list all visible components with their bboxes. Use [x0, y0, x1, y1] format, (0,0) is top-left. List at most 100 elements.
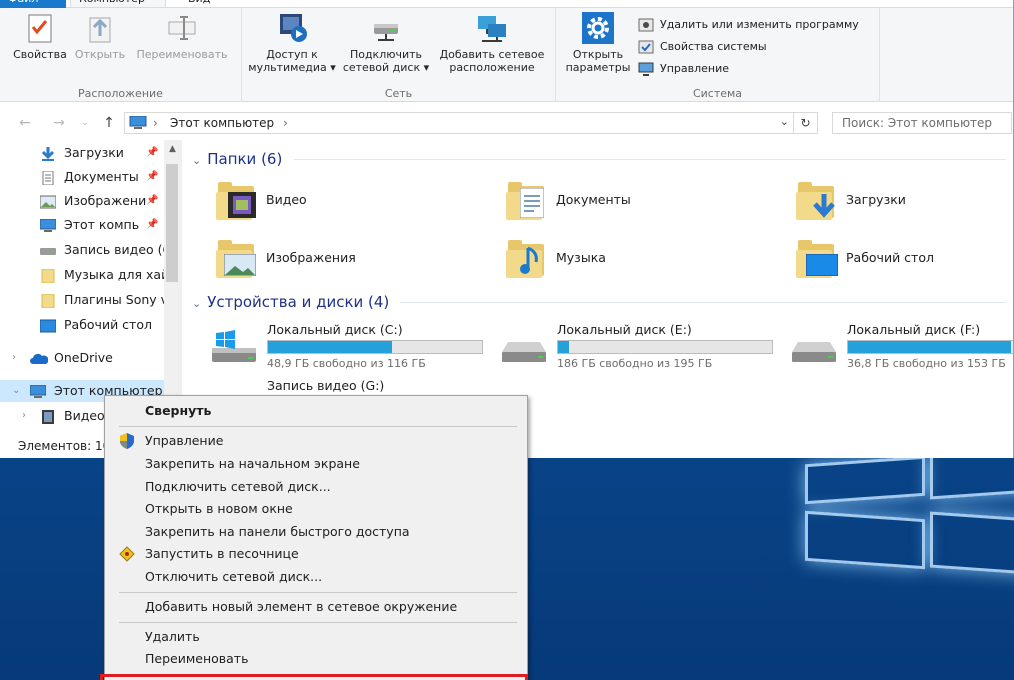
- tab-file[interactable]: Файл: [0, 0, 66, 8]
- pin-icon[interactable]: 📌: [146, 190, 158, 212]
- breadcrumb-this-pc[interactable]: Этот компьютер: [170, 116, 274, 130]
- properties-checklist-icon: [24, 12, 56, 44]
- network-location-icon: [476, 12, 508, 44]
- nav-item-music-folder[interactable]: Музыка для хай: [0, 264, 164, 286]
- nav-item-downloads[interactable]: Загрузки 📌: [0, 142, 164, 164]
- menu-item-open-new-window[interactable]: Открыть в новом окне: [107, 498, 525, 520]
- menu-item-delete[interactable]: Удалить: [107, 626, 525, 648]
- file-explorer-window: Файл Компьютер Вид Свойства Открыть: [0, 0, 1014, 458]
- menu-item-pin-to-start[interactable]: Закрепить на начальном экране: [107, 453, 525, 475]
- pin-icon[interactable]: 📌: [146, 166, 158, 188]
- rename-button[interactable]: Переименовать: [132, 12, 232, 61]
- folder-downloads[interactable]: Загрузки: [794, 178, 1013, 226]
- system-properties-icon: [638, 40, 654, 54]
- nav-item-desktop[interactable]: Рабочий стол: [0, 314, 164, 336]
- nav-item-label: Рабочий стол: [64, 317, 152, 332]
- properties-label: Свойства: [13, 48, 67, 61]
- computer-management-button[interactable]: Управление: [638, 59, 729, 79]
- menu-item-pin-quick-access[interactable]: Закрепить на панели быстрого доступа: [107, 521, 525, 543]
- nav-item-label: Плагины Sony v: [64, 292, 164, 307]
- add-network-location-label-line2: расположение: [449, 61, 535, 74]
- scroll-up-icon[interactable]: ▲: [164, 140, 181, 158]
- desktop-folder-icon: [794, 236, 838, 280]
- downloads-folder-icon: [794, 178, 838, 222]
- search-input[interactable]: Поиск: Этот компьютер: [832, 112, 1012, 134]
- menu-item-disconnect-network-drive[interactable]: Отключить сетевой диск...: [107, 566, 525, 588]
- downloads-icon: [40, 146, 56, 161]
- section-divider: [294, 159, 1006, 160]
- menu-separator: [119, 592, 517, 593]
- uninstall-program-button[interactable]: Удалить или изменить программу: [638, 15, 859, 35]
- menu-separator: [119, 622, 517, 623]
- ribbon-group-system: Открыть параметры Удалить или изменить п…: [556, 8, 880, 102]
- scrollbar-thumb[interactable]: [166, 164, 178, 282]
- expand-chevron-icon[interactable]: ›: [22, 405, 26, 427]
- uac-shield-icon: [119, 433, 135, 449]
- menu-item-manage[interactable]: Управление: [107, 430, 525, 452]
- add-network-location-button[interactable]: Добавить сетевое расположение: [434, 12, 550, 74]
- media-access-button[interactable]: Доступ к мультимедиа ▾: [246, 12, 338, 74]
- folder-label: Музыка: [556, 250, 606, 265]
- back-arrow-icon[interactable]: ←: [16, 114, 34, 132]
- drives-section-header[interactable]: ⌄ Устройства и диски (4): [192, 291, 1012, 313]
- folder-documents[interactable]: Документы: [504, 178, 784, 226]
- drive-e[interactable]: Локальный диск (E:) 186 ГБ свободно из 1…: [500, 322, 780, 372]
- nav-item-video-recording-drive[interactable]: Запись видео (G: [0, 239, 164, 261]
- collapse-chevron-icon[interactable]: ⌄: [192, 297, 201, 310]
- media-access-label-line1: Доступ к: [266, 48, 318, 61]
- drive-usage-bar: [557, 340, 773, 354]
- folder-icon: [40, 293, 56, 309]
- open-settings-button[interactable]: Открыть параметры: [562, 12, 634, 74]
- folder-videos[interactable]: Видео: [214, 178, 494, 226]
- nav-item-onedrive[interactable]: › OneDrive: [0, 347, 164, 369]
- menu-item-map-network-drive[interactable]: Подключить сетевой диск...: [107, 476, 525, 498]
- pin-icon[interactable]: 📌: [146, 142, 158, 164]
- folder-desktop[interactable]: Рабочий стол: [794, 236, 1013, 284]
- onedrive-cloud-icon: [30, 351, 49, 365]
- open-button[interactable]: Открыть: [72, 12, 128, 61]
- map-network-drive-button[interactable]: Подключить сетевой диск ▾: [340, 12, 432, 74]
- system-properties-button[interactable]: Свойства системы: [638, 37, 767, 57]
- tab-computer[interactable]: Компьютер: [70, 0, 166, 8]
- drive-usage-bar: [267, 340, 483, 354]
- navigation-pane: Загрузки 📌 Документы 📌 Изображени 📌 Этот…: [0, 140, 182, 436]
- collapse-chevron-icon[interactable]: ⌄: [192, 154, 201, 167]
- folders-section-header[interactable]: ⌄ Папки (6): [192, 148, 1012, 170]
- properties-button[interactable]: Свойства: [10, 12, 70, 61]
- drive-usage-fill: [848, 341, 1011, 353]
- pictures-folder-icon: [214, 236, 258, 280]
- open-arrow-icon: [84, 12, 116, 44]
- forward-arrow-icon[interactable]: →: [50, 114, 68, 132]
- pictures-icon: [39, 194, 57, 209]
- refresh-icon[interactable]: ↻: [793, 113, 817, 133]
- drive-f[interactable]: Локальный диск (F:) 36,8 ГБ свободно из …: [790, 322, 1013, 372]
- up-arrow-icon[interactable]: ↑: [100, 114, 118, 132]
- nav-item-pictures[interactable]: Изображени 📌: [0, 190, 164, 212]
- address-dropdown-icon[interactable]: ⌄: [780, 115, 789, 128]
- breadcrumb-separator: ›: [153, 116, 158, 130]
- videos-icon: [40, 409, 56, 424]
- nav-item-this-pc-pinned[interactable]: Этот компь 📌: [0, 214, 164, 236]
- menu-item-rename[interactable]: Переименовать: [107, 648, 525, 670]
- folder-pictures[interactable]: Изображения: [214, 236, 494, 284]
- tab-view[interactable]: Вид: [180, 0, 230, 8]
- menu-item-run-sandboxed[interactable]: Запустить в песочнице: [107, 543, 525, 565]
- drive-label: Локальный диск (E:): [557, 322, 692, 337]
- menu-item-add-network-location[interactable]: Добавить новый элемент в сетевое окружен…: [107, 596, 525, 618]
- menu-item-collapse[interactable]: Свернуть: [107, 400, 525, 422]
- pin-icon[interactable]: 📌: [146, 214, 158, 236]
- nav-item-documents[interactable]: Документы 📌: [0, 166, 164, 188]
- folders-header-label: Папки (6): [207, 150, 283, 168]
- folder-music[interactable]: Музыка: [504, 236, 784, 284]
- address-box[interactable]: › Этот компьютер › ⌄ ↻: [124, 112, 818, 134]
- drive-c[interactable]: Локальный диск (C:) 48,9 ГБ свободно из …: [210, 322, 490, 372]
- recent-locations-chevron-icon[interactable]: ⌄: [76, 114, 94, 132]
- expand-chevron-icon[interactable]: ›: [12, 347, 16, 369]
- settings-gear-icon: [582, 12, 614, 44]
- system-properties-label: Свойства системы: [660, 40, 767, 53]
- nav-pane-scrollbar[interactable]: ▲: [164, 140, 181, 436]
- ribbon-group-location: Свойства Открыть Переименовать Расположе…: [0, 8, 242, 102]
- collapse-chevron-icon[interactable]: ⌄: [12, 380, 20, 402]
- nav-item-sony-plugins-folder[interactable]: Плагины Sony v: [0, 289, 164, 311]
- windows-drive-icon: [210, 330, 258, 366]
